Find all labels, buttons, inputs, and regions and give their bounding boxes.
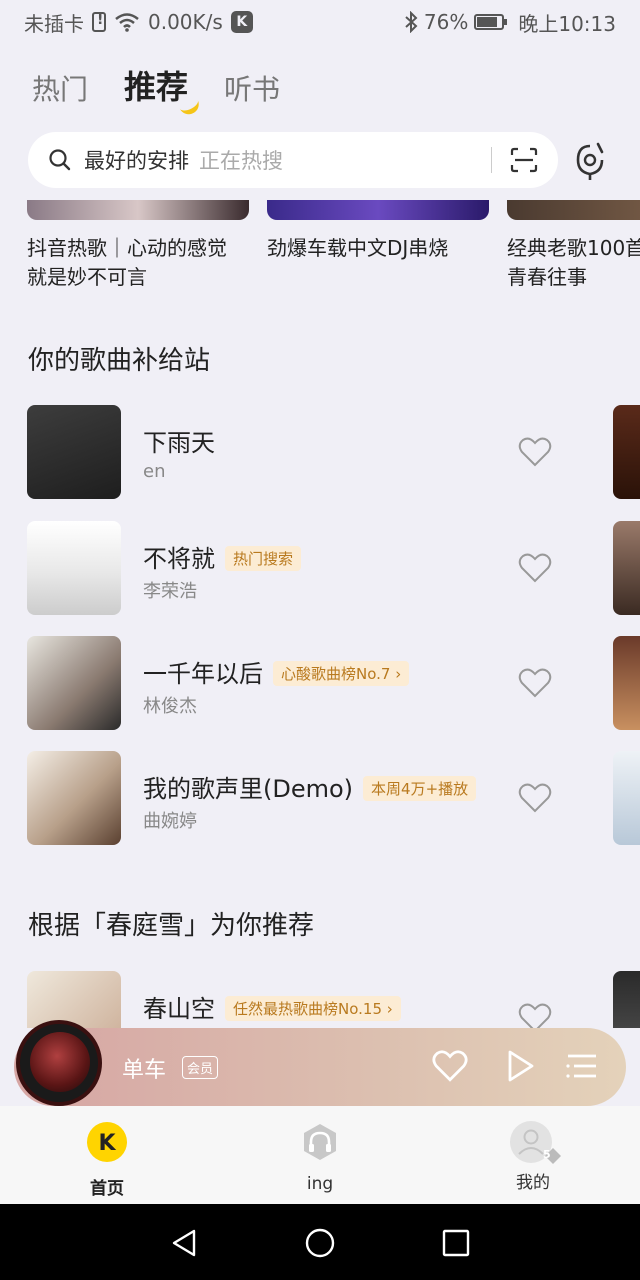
next-album-art [613,521,640,615]
favorite-heart-icon[interactable] [518,668,552,698]
song-artist: en [143,461,166,482]
playlist-card[interactable]: 抖音热歌｜心动的感觉 就是妙不可言 [27,200,249,292]
voice-search-icon[interactable] [568,140,612,184]
carrier-text: 未插卡 [24,11,84,36]
wifi-icon [115,13,139,32]
song-tag[interactable]: 心酸歌曲榜No.7 › [273,661,410,686]
sim-alert-icon [92,12,106,32]
song-row[interactable]: 不将就 热门搜索 李荣浩 [0,521,640,617]
song-row[interactable]: 一千年以后 心酸歌曲榜No.7 › 林俊杰 [0,636,640,732]
scan-icon[interactable] [510,147,538,173]
song-name-wrap: 不将就 热门搜索 [143,539,302,574]
favorite-heart-icon[interactable] [518,783,552,813]
kuwo-notification-icon: K [230,11,253,33]
playlist-strip: 抖音热歌｜心动的感觉 就是妙不可言 劲爆车载中文DJ串烧 经典老歌100首 青春… [0,200,640,300]
album-art [27,751,121,845]
favorite-heart-icon[interactable] [518,1003,552,1028]
playlist-queue-icon[interactable] [564,1048,600,1084]
nav-ing-label: ing [306,1174,334,1194]
vip-badge: 会员 [182,1056,219,1079]
song-row[interactable]: 我的歌声里(Demo) 本周4万+播放 曲婉婷 [0,751,640,847]
top-tabs: 热门 推荐 听书 [32,62,280,118]
kuwo-logo-icon: K [87,1122,127,1162]
song-name-wrap: 春山空 任然最热歌曲榜No.15 › [143,989,401,1024]
play-icon[interactable] [502,1048,538,1084]
player-heart-icon[interactable] [432,1048,468,1084]
search-query: 最好的安排 [84,149,189,173]
nav-ing[interactable]: ing [280,1120,360,1194]
next-album-art [613,636,640,730]
tab-hot[interactable]: 热门 [32,68,88,108]
song-name: 不将就 [143,545,215,573]
song-name: 一千年以后 [143,660,263,688]
song-row[interactable]: 春山空 任然最热歌曲榜No.15 › [0,971,640,1028]
album-art [27,636,121,730]
nav-home-label: 首页 [90,1179,124,1199]
song-artist: 李荣浩 [143,581,197,602]
tab-recommend-label: 推荐 [124,68,189,106]
song-name: 我的歌声里(Demo) [143,775,354,803]
battery-percent: 76% [423,10,469,34]
home-circle-icon[interactable] [305,1228,335,1258]
playlist-cover [507,200,640,220]
next-album-art [613,751,640,845]
song-name-wrap: 我的歌声里(Demo) 本周4万+播放 [143,769,477,804]
bottom-nav: K 首页 ing 5 我的 [0,1106,640,1204]
mini-player[interactable]: 单车 会员 [14,1020,626,1106]
next-album-art [613,405,640,499]
search-divider [491,147,492,173]
song-tag: 本周4万+播放 [363,776,477,801]
recents-square-icon[interactable] [442,1229,470,1257]
song-name: 春山空 [143,995,215,1023]
song-row[interactable]: 下雨天 en [0,405,640,501]
song-artist: 林俊杰 [143,696,197,717]
system-nav-bar [0,1204,640,1280]
song-name-wrap: 一千年以后 心酸歌曲榜No.7 › [143,654,410,689]
search-hint: 正在热搜 [199,149,283,173]
section-title-supply: 你的歌曲补给站 [28,346,211,376]
song-artist: 曲婉婷 [143,811,197,832]
clock: 晚上10:13 [518,11,616,36]
playlist-card[interactable]: 经典老歌100首 青春往事 [507,200,640,292]
favorite-heart-icon[interactable] [518,437,552,467]
next-album-art [613,971,640,1028]
avatar-icon [510,1121,561,1164]
album-art [27,971,121,1028]
nav-mine-label: 我的 [516,1173,550,1193]
album-art [27,405,121,499]
playlist-title: 经典老歌100首 青春往事 [507,236,640,289]
album-art [27,521,121,615]
section-title-recommend: 根据「春庭雪」为你推荐 [28,911,315,941]
back-icon[interactable] [170,1228,198,1258]
tab-recommend[interactable]: 推荐 [124,62,203,118]
nav-home[interactable]: K 首页 [67,1120,147,1199]
playlist-card[interactable]: 劲爆车载中文DJ串烧 [267,200,489,263]
network-speed: 0.00K/s [148,10,223,34]
playlist-cover [267,200,489,220]
playlist-cover [27,200,249,220]
now-playing-title: 单车 [122,1058,167,1083]
favorite-heart-icon[interactable] [518,553,552,583]
headphones-icon [304,1124,336,1160]
battery-icon [474,14,508,30]
now-playing-disc[interactable] [16,1020,102,1106]
now-playing-art [30,1032,90,1092]
song-tag: 热门搜索 [225,546,302,571]
svg-text:K: K [98,1131,116,1156]
level-badge: 5 [543,1148,551,1161]
tab-audiobook[interactable]: 听书 [224,68,280,108]
status-bar: 未插卡 0.00K/s K 76% 晚上10:13 [0,0,640,44]
search-icon [49,149,71,171]
nav-mine[interactable]: 5 我的 [493,1120,573,1193]
bluetooth-icon [405,11,418,33]
song-tag[interactable]: 任然最热歌曲榜No.15 › [225,996,401,1021]
playlist-title: 抖音热歌｜心动的感觉 就是妙不可言 [27,236,227,289]
song-name: 下雨天 [143,429,215,457]
search-bar[interactable]: 最好的安排 正在热搜 [28,132,558,188]
playlist-title: 劲爆车载中文DJ串烧 [267,236,449,260]
